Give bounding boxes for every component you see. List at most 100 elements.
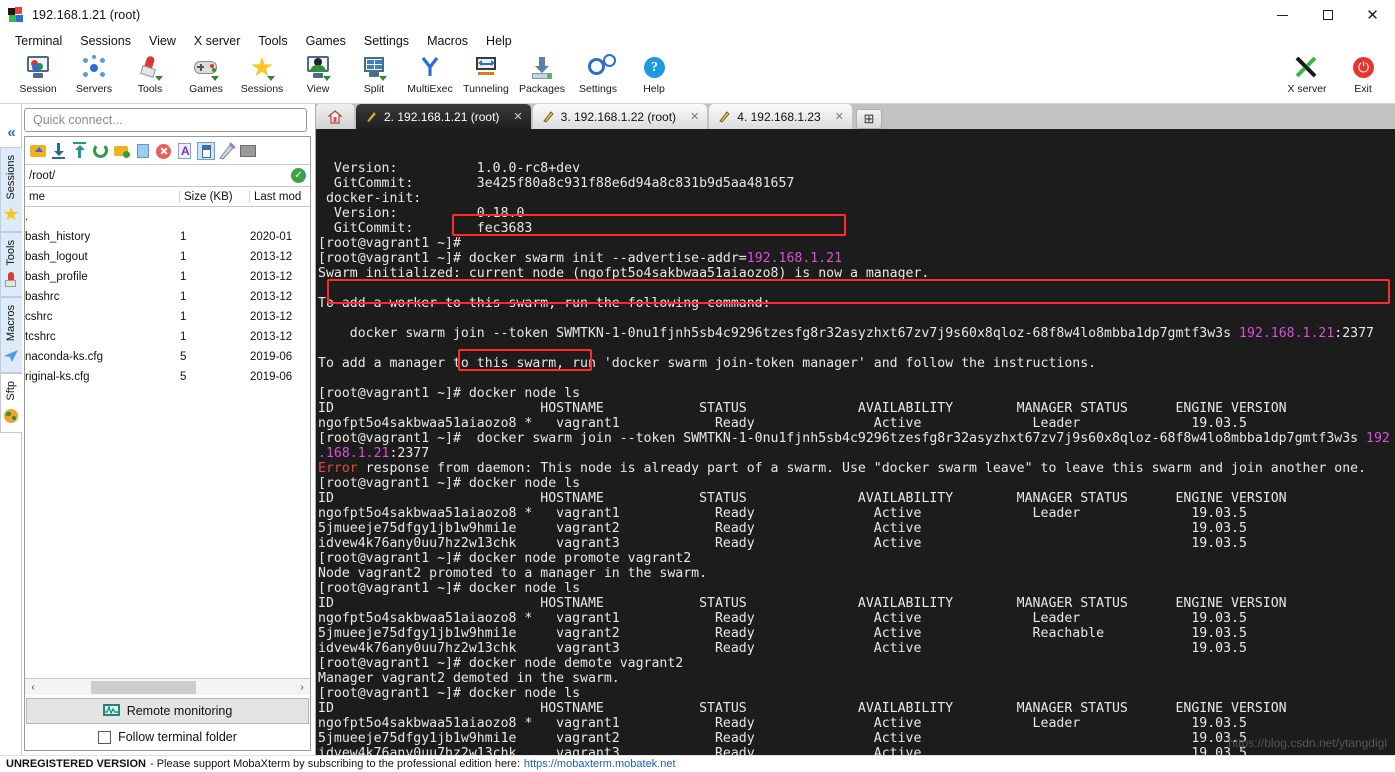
menu-help[interactable]: Help	[477, 32, 521, 50]
rail-group-sessions[interactable]: Sessions	[0, 147, 22, 232]
binary-mode-icon[interactable]	[197, 141, 215, 160]
toolbar-multiexec-button[interactable]: MultiExec	[402, 52, 458, 102]
rail-group-macros[interactable]: Macros	[0, 297, 22, 374]
toolbar-session-button[interactable]: Session	[10, 52, 66, 102]
new-folder-icon[interactable]	[113, 142, 131, 160]
terminal-tab-3-close[interactable]: ✕	[835, 110, 844, 123]
terminal-line: docker swarm join --token SWMTKN-1-0nu1f…	[318, 326, 1395, 341]
terminal-tab-1-close[interactable]: ✕	[513, 110, 522, 123]
maximize-button[interactable]	[1305, 0, 1350, 30]
column-header-modified[interactable]: Last mod	[250, 191, 310, 203]
file-row[interactable]: bash_logout 1 2013-12	[25, 247, 310, 267]
file-row[interactable]: .	[25, 207, 310, 227]
terminal-tab-2-close[interactable]: ✕	[690, 110, 699, 123]
file-row[interactable]: bashrc 1 2013-12	[25, 287, 310, 307]
file-row[interactable]: bash_profile 1 2013-12	[25, 267, 310, 287]
menu-view[interactable]: View	[140, 32, 185, 50]
parent-folder-icon[interactable]	[29, 142, 47, 160]
upload-icon[interactable]	[71, 141, 89, 160]
toolbar-games-button[interactable]: Games	[178, 52, 234, 102]
rail-label-sessions: Sessions	[5, 155, 17, 200]
menu-x-server[interactable]: X server	[185, 32, 250, 50]
remote-monitoring-button[interactable]: Remote monitoring	[26, 698, 309, 724]
scroll-right-button[interactable]: ›	[294, 682, 310, 693]
menu-macros[interactable]: Macros	[418, 32, 477, 50]
file-row[interactable]: cshrc 1 2013-12	[25, 307, 310, 327]
menu-games[interactable]: Games	[297, 32, 355, 50]
scroll-thumb[interactable]	[91, 680, 196, 694]
terminal-tab-1[interactable]: 2. 192.168.1.21 (root) ✕	[356, 104, 531, 129]
file-row[interactable]: tcshrc 1 2013-12	[25, 327, 310, 347]
file-size: 1	[180, 331, 187, 343]
download-icon[interactable]	[50, 142, 68, 160]
toolbar-exit-label: Exit	[1354, 83, 1372, 95]
file-size: 1	[180, 251, 187, 263]
terminal-line: Swarm initialized: current node (ngofpt5…	[318, 266, 1395, 281]
file-row[interactable]: riginal-ks.cfg 5 2019-06	[25, 367, 310, 387]
toolbar-sessions-button[interactable]: Sessions	[234, 52, 290, 102]
terminal-output[interactable]: Version: 1.0.0-rc8+dev GitCommit: 3e425f…	[316, 129, 1395, 755]
toolbar-view-button[interactable]: View	[290, 52, 346, 102]
permissions-icon[interactable]	[218, 141, 236, 160]
scroll-track[interactable]	[41, 680, 294, 694]
toolbar-split-button[interactable]: Split	[346, 52, 402, 102]
home-icon	[327, 109, 343, 124]
terminal-line: [root@vagrant1 ~]# docker node demote va…	[318, 656, 1395, 671]
games-icon	[193, 55, 219, 81]
toolbar-settings-label: Settings	[579, 83, 617, 95]
follow-terminal-folder-row[interactable]: Follow terminal folder	[25, 724, 310, 750]
home-tab[interactable]	[316, 104, 354, 129]
file-list[interactable]: . bash_history 1 2020-01 bash_logout 1 2…	[25, 207, 310, 678]
scroll-left-button[interactable]: ‹	[25, 682, 41, 693]
file-row[interactable]: naconda-ks.cfg 5 2019-06	[25, 347, 310, 367]
terminal-tab-3[interactable]: 4. 192.168.1.23 ✕	[709, 104, 852, 129]
file-row[interactable]: bash_history 1 2020-01	[25, 227, 310, 247]
toolbar-help-button[interactable]: ? Help	[626, 52, 682, 102]
file-name: naconda-ks.cfg	[25, 351, 103, 363]
terminal-span: response from daemon: This node is alrea…	[357, 461, 1367, 476]
terminal-span: [root@vagrant1 ~]# docker swarm init --a…	[318, 251, 747, 266]
main-body: « Sessions Tools Macros Sftp Quick conne…	[0, 104, 1395, 755]
sftp-path-input[interactable]: /root/	[29, 170, 55, 182]
menu-settings[interactable]: Settings	[355, 32, 418, 50]
toolbar-xserver-button[interactable]: X server	[1279, 52, 1335, 102]
x-glyph	[1295, 56, 1317, 78]
toolbar-tools-button[interactable]: Tools	[122, 52, 178, 102]
quick-connect-input[interactable]: Quick connect...	[24, 108, 307, 132]
status-bar: UNREGISTERED VERSION - Please support Mo…	[0, 755, 1395, 772]
app-logo-icon	[8, 6, 24, 23]
toolbar-packages-button[interactable]: Packages	[514, 52, 570, 102]
refresh-icon[interactable]	[92, 142, 110, 160]
new-tab-button[interactable]: ⊞	[855, 109, 882, 129]
terminal-icon[interactable]	[239, 142, 257, 160]
new-file-icon[interactable]	[134, 142, 152, 160]
column-header-name[interactable]: me	[25, 190, 180, 203]
toolbar-servers-button[interactable]: Servers	[66, 52, 122, 102]
file-list-header: me Size (KB) Last mod	[25, 187, 310, 207]
toolbar-settings-button[interactable]: Settings	[570, 52, 626, 102]
terminal-tab-2[interactable]: 3. 192.168.1.22 (root) ✕	[532, 104, 708, 129]
close-button[interactable]: ✕	[1350, 0, 1395, 30]
toolbar-exit-button[interactable]: ⏻ Exit	[1335, 52, 1391, 102]
menu-sessions[interactable]: Sessions	[71, 32, 140, 50]
delete-icon[interactable]	[155, 142, 173, 160]
terminal-span: 5jmueeje75dfgy1jb1w9hmi1e vagrant2 Ready…	[318, 521, 1247, 536]
mobaxterm-link[interactable]: https://mobaxterm.mobatek.net	[524, 758, 676, 770]
file-list-hscrollbar[interactable]: ‹ ›	[25, 678, 310, 695]
column-header-size[interactable]: Size (KB)	[180, 190, 250, 203]
sftp-toolbar: A	[25, 137, 310, 165]
minimize-button[interactable]	[1260, 0, 1305, 30]
text-mode-icon[interactable]: A	[176, 142, 194, 160]
follow-terminal-folder-checkbox[interactable]	[98, 730, 112, 744]
rail-group-tools[interactable]: Tools	[0, 231, 22, 298]
menu-tools[interactable]: Tools	[249, 32, 296, 50]
collapse-sidebar-button[interactable]: «	[7, 124, 15, 141]
toolbar-tunneling-button[interactable]: Tunneling	[458, 52, 514, 102]
menu-terminal[interactable]: Terminal	[6, 32, 71, 50]
rail-group-sftp[interactable]: Sftp	[0, 373, 22, 433]
path-ok-icon[interactable]: ✓	[291, 168, 306, 183]
terminal-span: To add a manager to this swarm, run 'doc…	[318, 356, 1097, 371]
terminal-line: ID HOSTNAME STATUS AVAILABILITY MANAGER …	[318, 596, 1395, 611]
file-modified: 2013-12	[250, 271, 293, 283]
